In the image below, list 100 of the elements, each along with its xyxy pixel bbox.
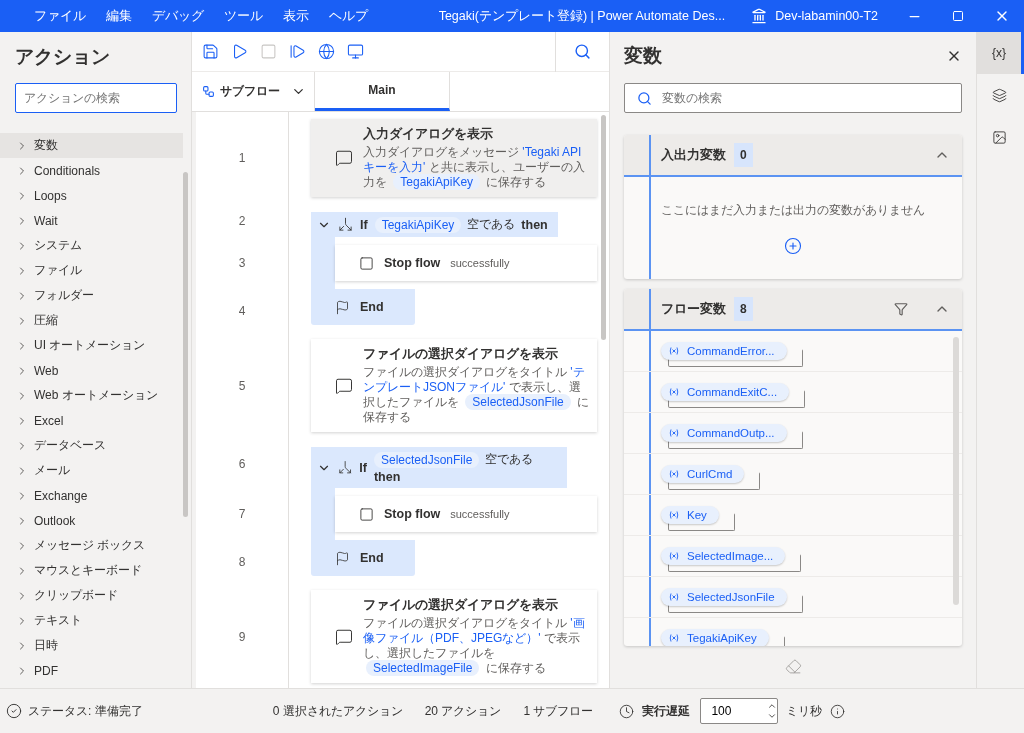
item-label: テキスト xyxy=(34,612,82,629)
action-detail: successfully xyxy=(450,508,510,520)
monitor-icon[interactable] xyxy=(347,43,364,60)
scrollbar[interactable] xyxy=(601,115,606,340)
action-card[interactable]: ファイルの選択ダイアログを表示 ファイルの選択ダイアログをタイトル '画像ファイル（PDF、JPEGなど）' で表示し、選択したファイルを SelectedImageFile に保存する xyxy=(311,590,597,683)
status-icon xyxy=(6,703,22,719)
variable-icon xyxy=(669,388,679,396)
empty-message: ここにはまだ入力または出力の変数がありません xyxy=(661,201,925,219)
search-input[interactable]: 変数の検索 xyxy=(660,84,961,112)
add-icon[interactable] xyxy=(784,236,802,255)
tree-item[interactable]: Web xyxy=(0,358,183,383)
tree-item[interactable]: クリップボード xyxy=(0,583,183,608)
tree-item[interactable]: UI オートメーション xyxy=(0,333,183,358)
clock-icon xyxy=(619,703,635,719)
if-header[interactable]: If TegakiApiKey 空である then xyxy=(311,212,558,237)
panel-title: 変数 xyxy=(624,44,662,68)
count-badge: 8 xyxy=(734,297,753,321)
search-field[interactable]: アクションの検索 xyxy=(15,83,177,113)
tree-item[interactable]: 変数 xyxy=(0,133,183,158)
item-label: Loops xyxy=(34,188,67,203)
action-card[interactable]: Stop flow successfully xyxy=(335,245,597,281)
tree-item[interactable]: Web オートメーション xyxy=(0,383,183,408)
variable-chip[interactable]: SelectedImage... xyxy=(661,547,786,565)
tree-item[interactable]: 日時 xyxy=(0,633,183,658)
action-card[interactable]: Stop flow successfully xyxy=(335,496,597,532)
tree-item[interactable]: フォルダー xyxy=(0,283,183,308)
tree-item[interactable]: メッセージ ボックス xyxy=(0,533,183,558)
flag-icon xyxy=(335,299,350,315)
tree-item[interactable]: Conditionals xyxy=(0,158,183,183)
line-number: 1 xyxy=(192,112,289,204)
layers-icon[interactable] xyxy=(991,87,1007,103)
globe-icon[interactable] xyxy=(318,43,335,60)
item-label: フォルダー xyxy=(34,287,94,304)
action-card[interactable]: ファイルの選択ダイアログを表示 ファイルの選択ダイアログをタイトル 'テンプレートJSONファイル' で表示し、選択したファイルを SelectedJsonFile に保存する xyxy=(311,339,597,432)
if-header[interactable]: If SelectedJsonFile 空である then xyxy=(311,447,567,488)
action-title: Stop flow xyxy=(384,507,441,521)
tree-item[interactable]: Excel xyxy=(0,408,183,433)
variable-chip[interactable]: Key xyxy=(661,506,719,524)
action-description: ファイルの選択ダイアログをタイトル '画像ファイル（PDF、JPEGなど）' で表示し、選択したファイルを SelectedImageFile に保存する xyxy=(363,616,586,676)
end-block[interactable]: End xyxy=(311,289,415,325)
tree-item[interactable]: Wait xyxy=(0,208,183,233)
delay-field[interactable]: 100 xyxy=(700,698,779,724)
item-label: クリップボード xyxy=(34,587,118,604)
line-number: 6 xyxy=(192,439,289,488)
item-label: Conditionals xyxy=(34,163,101,178)
tree-item[interactable]: ファイル xyxy=(0,258,183,283)
save-icon[interactable] xyxy=(202,43,219,60)
variable-chip[interactable]: SelectedJsonFile xyxy=(661,588,787,606)
scrollbar[interactable] xyxy=(183,172,188,517)
maximize-icon[interactable] xyxy=(952,10,964,22)
end-block[interactable]: End xyxy=(311,540,415,576)
tree-item[interactable]: システム xyxy=(0,233,183,258)
increment-icon[interactable] xyxy=(767,701,778,711)
item-label: メール xyxy=(34,462,70,479)
action-title: Stop flow xyxy=(384,256,441,270)
item-label: UI オートメーション xyxy=(34,337,146,354)
decrement-icon[interactable] xyxy=(767,711,778,721)
item-label: 圧縮 xyxy=(34,312,58,329)
tree-item[interactable]: テキスト xyxy=(0,608,183,633)
variable-chip[interactable]: CommandOutp... xyxy=(661,424,787,442)
line-number: 5 xyxy=(192,332,289,439)
run-icon[interactable] xyxy=(231,43,248,60)
menu-item[interactable]: ツール xyxy=(214,7,273,25)
menu-item[interactable]: デバッグ xyxy=(142,7,214,25)
tree-item[interactable]: Outlook xyxy=(0,508,183,533)
tree-item[interactable]: データベース xyxy=(0,433,183,458)
menu-item[interactable]: 編集 xyxy=(96,7,142,25)
variable-icon xyxy=(669,593,679,601)
tree-item[interactable]: PDF xyxy=(0,658,183,683)
subflow-icon xyxy=(202,85,215,98)
menu-item[interactable]: ヘルプ xyxy=(319,7,378,25)
variable-chip[interactable]: TegakiApiKey xyxy=(661,629,769,646)
action-detail: successfully xyxy=(450,257,510,269)
tree-item[interactable]: 圧縮 xyxy=(0,308,183,333)
tree-item[interactable]: マウスとキーボード xyxy=(0,558,183,583)
variables-tab[interactable]: {x} xyxy=(977,32,1024,74)
action-title: ファイルの選択ダイアログを表示 xyxy=(363,346,559,363)
filter-icon[interactable] xyxy=(894,302,908,316)
tree-item[interactable]: Loops xyxy=(0,183,183,208)
item-label: Web オートメーション xyxy=(34,387,158,404)
item-label: Web xyxy=(34,363,59,378)
tab[interactable]: Main xyxy=(315,72,450,111)
image-icon[interactable] xyxy=(991,129,1007,145)
message-icon xyxy=(335,149,353,167)
info-icon[interactable] xyxy=(830,703,846,719)
action-card[interactable]: 入力ダイアログを表示 入力ダイアログをメッセージ 'Tegaki APIキーを入力' と共に表示し、ユーザーの入力を TegakiApiKey に保存する xyxy=(311,119,597,197)
search-field[interactable]: 変数の検索 xyxy=(624,83,962,113)
menu-item[interactable]: ファイル xyxy=(24,7,96,25)
window-title: Tegaki(テンプレート登録) | Power Automate Des... xyxy=(438,7,726,25)
scrollbar[interactable] xyxy=(953,337,959,605)
menu-item[interactable]: 表示 xyxy=(273,7,319,25)
search-icon[interactable] xyxy=(574,43,591,60)
variable-chip[interactable]: CommandError... xyxy=(661,342,787,360)
tree-item[interactable]: メール xyxy=(0,458,183,483)
variable-icon xyxy=(669,429,679,437)
tree-item[interactable]: Exchange xyxy=(0,483,183,508)
variable-chip[interactable]: CommandExitC... xyxy=(661,383,790,401)
variable-chip[interactable]: CurlCmd xyxy=(661,465,745,483)
step-forward-icon[interactable] xyxy=(289,43,306,60)
user-name: Dev-labamin00-T2 xyxy=(775,9,878,23)
